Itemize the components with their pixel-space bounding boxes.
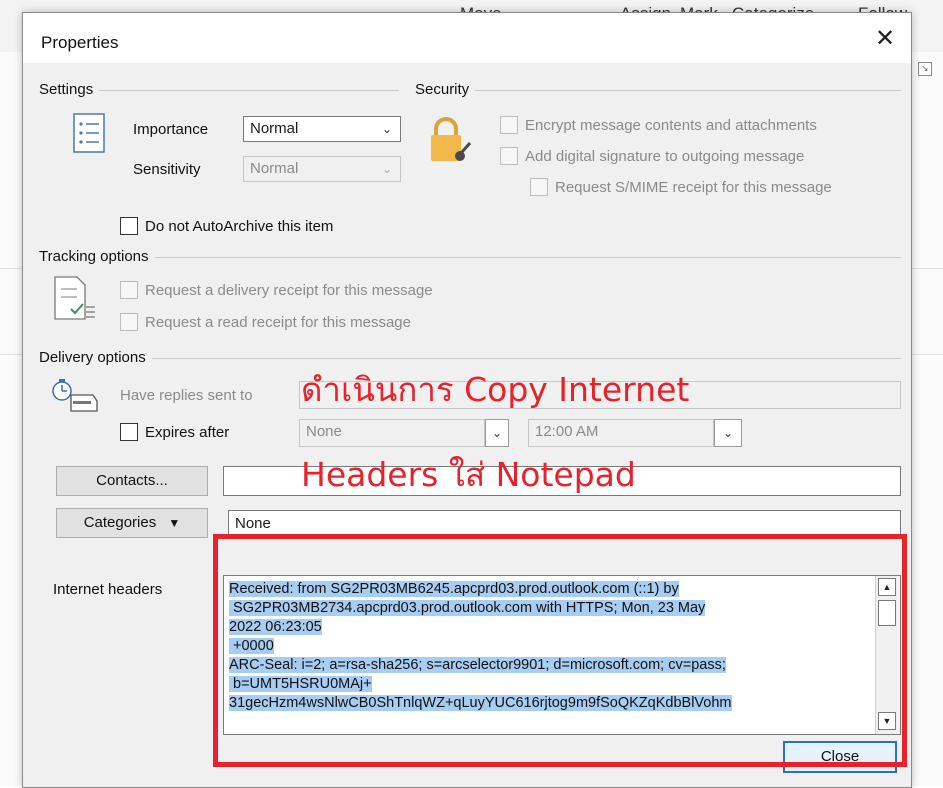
encrypt-label: Encrypt message contents and attachments xyxy=(525,117,817,134)
settings-heading: Settings xyxy=(39,81,100,98)
dialog-title: Properties xyxy=(41,33,119,52)
annotation-line-1: ดำเนินการ Copy Internet xyxy=(301,370,690,409)
chevron-down-icon: ⌄ xyxy=(381,162,393,176)
expires-label: Expires after xyxy=(145,424,230,441)
delivery-heading: Delivery options xyxy=(39,349,152,366)
background-pane xyxy=(910,52,943,786)
importance-label: Importance xyxy=(133,121,209,138)
close-icon[interactable]: ✕ xyxy=(871,25,899,53)
encrypt-checkbox[interactable] xyxy=(500,116,518,134)
date-picker-chevron-icon[interactable]: ⌄ xyxy=(485,419,509,447)
read-receipt-checkbox[interactable] xyxy=(120,313,138,331)
delivery-receipt-label: Request a delivery receipt for this mess… xyxy=(145,282,433,299)
tracking-checklist-icon xyxy=(53,275,97,323)
delivery-receipt-checkbox[interactable] xyxy=(120,281,138,299)
smime-label: Request S/MIME receipt for this message xyxy=(555,179,832,196)
background-left-pane xyxy=(0,52,22,786)
tracking-separator xyxy=(39,257,901,258)
time-chevron-down-icon[interactable]: ⌄ xyxy=(714,419,742,447)
background-divider xyxy=(0,354,22,355)
expires-date-field[interactable]: None xyxy=(299,419,485,447)
annotation-line-2: Headers ใส่ Notepad xyxy=(301,455,636,494)
delivery-separator xyxy=(39,358,901,359)
background-divider xyxy=(0,268,22,269)
signature-label: Add digital signature to outgoing messag… xyxy=(525,148,805,165)
title-bar: Properties ✕ xyxy=(23,13,911,63)
importance-select[interactable]: Normal ⌄ xyxy=(243,116,401,142)
expires-time-value: 12:00 AM xyxy=(535,423,599,440)
lock-key-icon xyxy=(428,116,472,168)
autoarchive-label: Do not AutoArchive this item xyxy=(145,218,334,235)
smime-checkbox[interactable] xyxy=(530,178,548,196)
annotation-highlight-box xyxy=(213,534,907,767)
tracking-heading: Tracking options xyxy=(39,248,155,265)
expires-checkbox[interactable] xyxy=(120,423,138,441)
contacts-button[interactable]: Contacts... xyxy=(56,466,208,496)
sensitivity-value: Normal xyxy=(250,160,299,177)
replies-to-label: Have replies sent to xyxy=(120,387,253,404)
settings-list-icon xyxy=(73,113,105,153)
dialog-launcher-icon[interactable]: ↘ xyxy=(918,62,932,76)
security-heading: Security xyxy=(415,81,476,98)
categories-button-label: Categories xyxy=(83,514,157,531)
expires-date-value: None xyxy=(306,423,342,440)
delivery-clock-icon xyxy=(51,377,101,417)
signature-checkbox[interactable] xyxy=(500,147,518,165)
background-divider xyxy=(910,354,943,355)
expires-time-field[interactable]: 12:00 AM xyxy=(528,419,714,447)
dropdown-arrow-icon: ▼ xyxy=(168,516,181,530)
categories-button[interactable]: Categories ▼ xyxy=(56,508,208,538)
background-divider xyxy=(910,268,943,269)
properties-dialog: Properties ✕ Settings Importance Normal … xyxy=(22,12,912,788)
sensitivity-label: Sensitivity xyxy=(133,161,201,178)
importance-value: Normal xyxy=(250,120,299,137)
read-receipt-label: Request a read receipt for this message xyxy=(145,314,411,331)
security-separator xyxy=(415,90,901,91)
autoarchive-checkbox[interactable] xyxy=(120,217,138,235)
internet-headers-label: Internet headers xyxy=(53,581,163,598)
chevron-down-icon: ⌄ xyxy=(381,122,393,136)
sensitivity-select[interactable]: Normal ⌄ xyxy=(243,156,401,182)
